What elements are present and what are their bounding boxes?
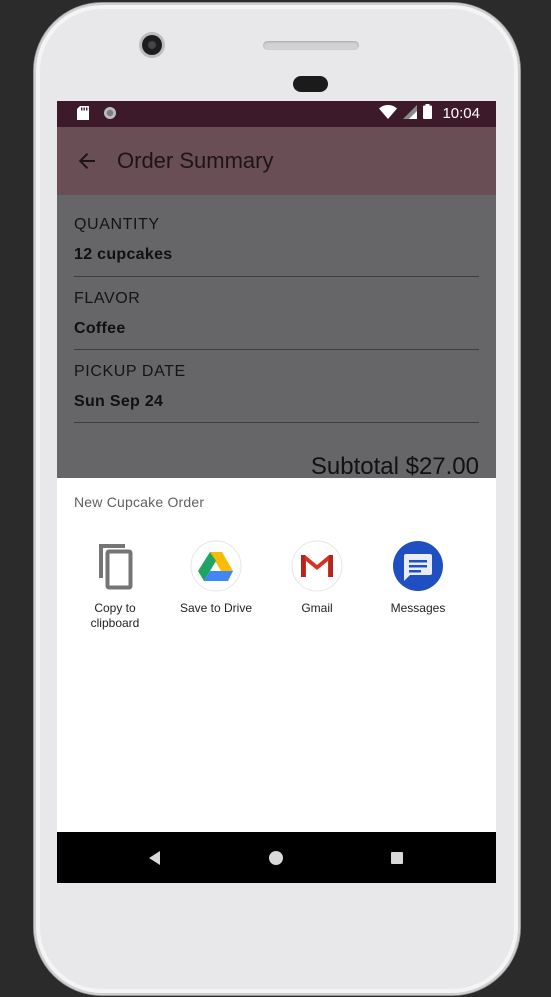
divider <box>74 422 479 423</box>
messages-icon <box>392 540 444 592</box>
app-bar: Order Summary <box>57 127 496 195</box>
quantity-label: QUANTITY <box>74 216 160 233</box>
sync-icon <box>103 106 117 125</box>
nav-recents-button[interactable] <box>385 846 409 870</box>
device-screen: 10:04 Order Summary QUANTITY 12 cupcakes… <box>57 101 496 883</box>
share-target-gmail[interactable]: Gmail <box>272 540 362 616</box>
sd-card-icon <box>77 106 89 125</box>
flavor-field: FLAVOR Coffee <box>74 290 478 338</box>
battery-icon <box>423 104 433 123</box>
copy-icon <box>89 540 141 592</box>
google-drive-icon <box>190 540 242 592</box>
pickup-date-field: PICKUP DATE Sun Sep 24 <box>74 363 478 411</box>
share-target-copy[interactable]: Copy to clipboard <box>70 540 160 631</box>
arrow-back-icon <box>78 153 95 169</box>
triangle-back-icon <box>149 851 160 865</box>
nav-back-button[interactable] <box>143 846 167 870</box>
nav-home-button[interactable] <box>264 846 288 870</box>
gmail-icon <box>291 540 343 592</box>
flavor-label: FLAVOR <box>74 290 141 307</box>
wifi-icon <box>379 104 398 123</box>
status-bar: 10:04 <box>57 101 496 127</box>
pickup-date-value: Sun Sep 24 <box>74 393 164 410</box>
order-summary-content: QUANTITY 12 cupcakes FLAVOR Coffee PICKU… <box>57 195 496 480</box>
cell-signal-icon <box>403 104 418 123</box>
pickup-date-label: PICKUP DATE <box>74 363 186 380</box>
share-target-label: Gmail <box>301 601 333 615</box>
back-button[interactable] <box>73 147 101 175</box>
share-target-label: Messages <box>390 601 446 615</box>
share-sheet: New Cupcake Order Copy to clipboard Save… <box>57 478 496 832</box>
page-title: Order Summary <box>117 148 274 173</box>
divider <box>74 276 479 277</box>
front-camera <box>142 35 162 55</box>
circle-home-icon <box>269 851 283 865</box>
navigation-bar <box>57 832 496 883</box>
quantity-field: QUANTITY 12 cupcakes <box>74 216 478 264</box>
square-recents-icon <box>391 852 403 864</box>
share-target-label: Copy to clipboard <box>90 601 140 630</box>
share-target-messages[interactable]: Messages <box>373 540 463 616</box>
proximity-sensor <box>293 76 328 92</box>
share-sheet-title: New Cupcake Order <box>74 494 205 510</box>
earpiece-speaker <box>263 41 359 50</box>
quantity-value: 12 cupcakes <box>74 246 173 263</box>
subtotal-text: Subtotal $27.00 <box>310 453 479 480</box>
divider <box>74 349 479 350</box>
share-target-label: Save to Drive <box>179 601 253 615</box>
share-target-drive[interactable]: Save to Drive <box>171 540 261 616</box>
clock: 10:04 <box>442 105 480 122</box>
flavor-value: Coffee <box>74 320 126 337</box>
